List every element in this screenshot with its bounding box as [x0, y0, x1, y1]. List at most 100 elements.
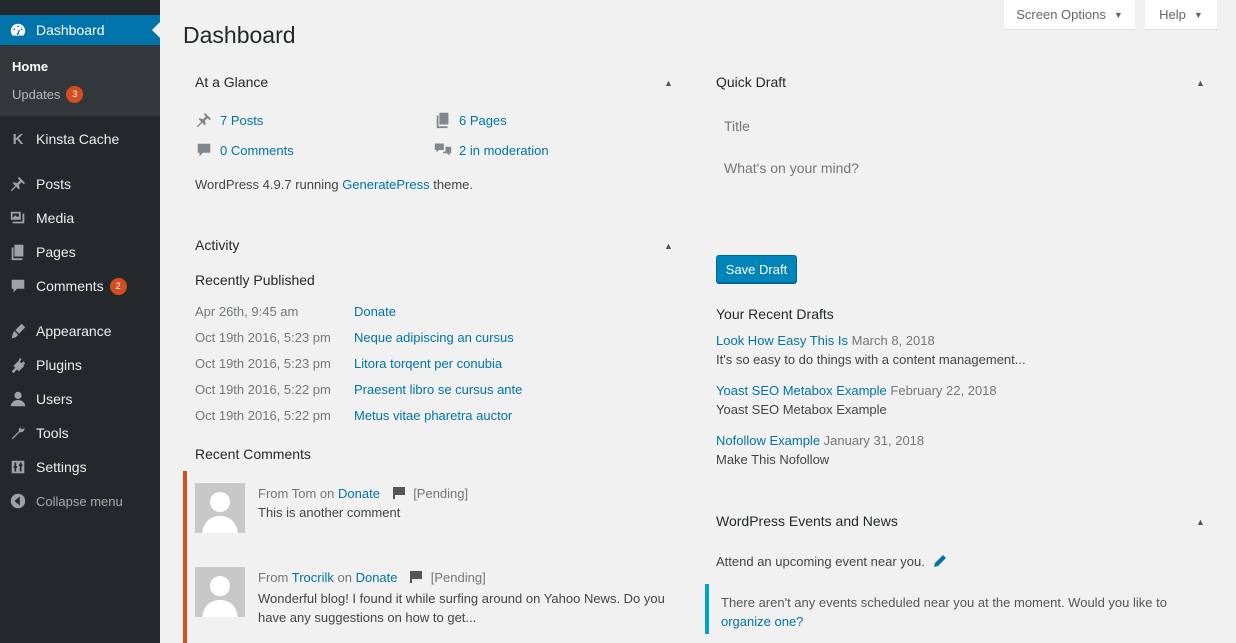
menu-comments-label: Comments	[36, 278, 104, 294]
draft-title-link[interactable]: Look How Easy This Is	[716, 333, 848, 348]
events-notice-text: There aren't any events scheduled near y…	[721, 595, 1167, 610]
comment-from: From	[258, 486, 289, 501]
collapse-menu-label: Collapse menu	[36, 493, 123, 509]
menu-users[interactable]: Users	[0, 382, 160, 416]
theme-link[interactable]: GeneratePress	[342, 177, 429, 192]
menu-settings-label: Settings	[36, 459, 87, 475]
glance-posts-label: 7 Posts	[220, 112, 264, 128]
events-notice: There aren't any events scheduled near y…	[705, 584, 1215, 634]
comment-author-link[interactable]: Trocrilk	[292, 570, 334, 585]
comments-count-badge: 2	[109, 277, 127, 295]
toggle-activity-icon[interactable]: ▲	[664, 241, 673, 251]
save-draft-button[interactable]: Save Draft	[716, 255, 797, 283]
comment-bubble-icon	[8, 276, 28, 296]
draft-item: Yoast SEO Metabox Example February 22, 2…	[716, 383, 997, 398]
menu-comments[interactable]: Comments 2	[0, 269, 160, 303]
menu-dashboard[interactable]: Dashboard	[0, 15, 160, 45]
recently-published-heading: Recently Published	[195, 272, 315, 288]
menu-pages[interactable]: Pages	[0, 235, 160, 269]
menu-posts[interactable]: Posts	[0, 167, 160, 201]
wp-version-suffix: theme.	[433, 177, 473, 192]
sliders-icon	[8, 457, 28, 477]
toggle-at-a-glance-icon[interactable]: ▲	[664, 78, 673, 88]
menu-appearance[interactable]: Appearance	[0, 314, 160, 348]
avatar	[195, 483, 245, 533]
recent-drafts-heading: Your Recent Drafts	[716, 306, 834, 322]
submenu-updates-label: Updates	[12, 86, 61, 102]
draft-date: February 22, 2018	[890, 383, 997, 398]
menu-tools[interactable]: Tools	[0, 416, 160, 450]
comment-post-link[interactable]: Donate	[338, 486, 380, 501]
recent-comments-heading: Recent Comments	[195, 446, 311, 462]
glance-pages-label: 6 Pages	[459, 112, 507, 128]
glance-comments-link[interactable]: 0 Comments	[195, 141, 294, 159]
glance-posts-link[interactable]: 7 Posts	[195, 111, 263, 129]
screen-options-label: Screen Options	[1016, 7, 1106, 22]
glance-comments-label: 0 Comments	[220, 142, 294, 158]
at-a-glance-title: At a Glance	[195, 74, 269, 90]
admin-sidebar: Dashboard Home Updates 3 K Kinsta Cache P…	[0, 0, 160, 643]
collapse-arrow-icon	[8, 491, 28, 511]
collapse-menu-button[interactable]: Collapse menu	[0, 484, 160, 518]
submenu-home-label: Home	[12, 58, 49, 74]
comment-meta: From Tom on Donate [Pending]	[258, 486, 468, 503]
menu-media[interactable]: Media	[0, 201, 160, 235]
kinsta-k-icon: K	[12, 130, 24, 148]
wp-version-line: WordPress 4.9.7 running GeneratePress th…	[195, 177, 473, 192]
activity-date: Apr 26th, 9:45 am	[195, 304, 299, 319]
draft-date: March 8, 2018	[851, 333, 935, 348]
screen-options-button[interactable]: Screen Options ▼	[1003, 0, 1136, 30]
submenu-home[interactable]: Home	[0, 52, 160, 80]
dashboard-icon	[8, 20, 28, 40]
activity-post-link[interactable]: Neque adipiscing an cursus	[354, 330, 514, 345]
menu-plugins[interactable]: Plugins	[0, 348, 160, 382]
comments-stack-icon	[434, 141, 452, 159]
pages-icon	[434, 111, 452, 129]
glance-moderation-link[interactable]: 2 in moderation	[434, 141, 549, 159]
flag-icon	[392, 486, 406, 503]
comment-author: Tom	[291, 486, 317, 501]
help-label: Help	[1159, 7, 1186, 22]
pencil-icon[interactable]	[933, 554, 947, 571]
comment-meta: From Trocrilk on Donate [Pending]	[258, 570, 486, 587]
glance-moderation-label: 2 in moderation	[459, 142, 549, 158]
organize-one-link[interactable]: organize one?	[721, 614, 803, 629]
draft-excerpt: Make This Nofollow	[716, 452, 830, 467]
comment-on: on	[319, 486, 335, 501]
events-news-title: WordPress Events and News	[716, 513, 898, 529]
help-button[interactable]: Help ▼	[1144, 0, 1218, 30]
draft-item: Look How Easy This Is March 8, 2018	[716, 333, 935, 348]
comment-post-link[interactable]: Donate	[356, 570, 398, 585]
menu-settings[interactable]: Settings	[0, 450, 160, 484]
draft-title-input[interactable]: Title	[724, 118, 750, 134]
media-icon	[8, 208, 28, 228]
activity-title: Activity	[195, 237, 240, 253]
activity-post-link[interactable]: Litora torqent per conubia	[354, 356, 502, 371]
menu-appearance-label: Appearance	[36, 323, 112, 339]
menu-posts-label: Posts	[36, 176, 72, 192]
activity-post-link[interactable]: Donate	[354, 304, 396, 319]
menu-dashboard-label: Dashboard	[36, 22, 105, 38]
pages-icon	[8, 242, 28, 262]
draft-excerpt: It's so easy to do things with a content…	[716, 352, 1026, 367]
submenu-updates[interactable]: Updates 3	[0, 80, 160, 108]
draft-title-link[interactable]: Yoast SEO Metabox Example	[716, 383, 887, 398]
avatar	[195, 567, 245, 617]
dashboard-submenu: Home Updates 3	[0, 45, 160, 116]
wrench-icon	[8, 423, 28, 443]
activity-post-link[interactable]: Metus vitae pharetra auctor	[354, 408, 512, 423]
updates-count-badge: 3	[66, 85, 84, 103]
toggle-quick-draft-icon[interactable]: ▲	[1196, 78, 1205, 88]
caret-down-icon: ▼	[1193, 9, 1203, 20]
draft-excerpt: Yoast SEO Metabox Example	[716, 402, 887, 417]
flag-icon	[409, 570, 423, 587]
glance-pages-link[interactable]: 6 Pages	[434, 111, 507, 129]
draft-title-link[interactable]: Nofollow Example	[716, 433, 820, 448]
draft-date: January 31, 2018	[823, 433, 925, 448]
toggle-events-icon[interactable]: ▲	[1196, 517, 1205, 527]
pushpin-icon	[195, 111, 213, 129]
draft-content-textarea[interactable]: What's on your mind?	[724, 160, 859, 176]
menu-kinsta-cache[interactable]: K Kinsta Cache	[0, 122, 160, 156]
activity-post-link[interactable]: Praesent libro se cursus ante	[354, 382, 522, 397]
attend-event-text: Attend an upcoming event near you.	[716, 554, 925, 569]
